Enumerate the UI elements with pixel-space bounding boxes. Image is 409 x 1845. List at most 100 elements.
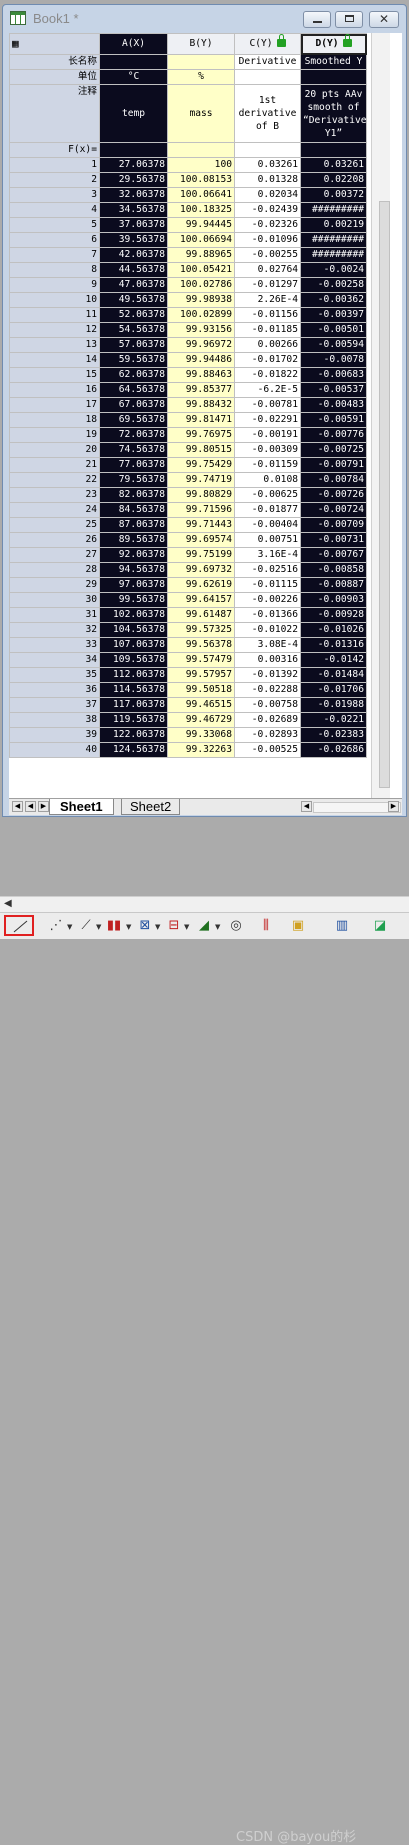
row-header[interactable]: 16: [9, 382, 100, 398]
table-cell[interactable]: -0.00537: [300, 382, 367, 398]
row-header[interactable]: 39: [9, 727, 100, 743]
table-cell[interactable]: 109.56378: [99, 652, 168, 668]
table-cell[interactable]: 99.94445: [167, 217, 235, 233]
table-cell[interactable]: 99.69574: [167, 532, 235, 548]
table-cell[interactable]: 0.00219: [300, 217, 367, 233]
table-cell[interactable]: #########: [300, 247, 367, 263]
table-cell[interactable]: 72.06378: [99, 427, 168, 443]
table-cell[interactable]: 0.0108: [234, 472, 301, 488]
table-cell[interactable]: 100: [167, 157, 235, 173]
table-cell[interactable]: 64.56378: [99, 382, 168, 398]
first-sheet-button[interactable]: ◀: [12, 801, 23, 812]
table-cell[interactable]: -0.00258: [300, 277, 367, 293]
fx-cell-d[interactable]: [300, 142, 367, 158]
fx-cell-b[interactable]: [167, 142, 235, 158]
row-header[interactable]: 36: [9, 682, 100, 698]
table-cell[interactable]: 0.01328: [234, 172, 301, 188]
table-cell[interactable]: -0.00784: [300, 472, 367, 488]
table-cell[interactable]: -0.01297: [234, 277, 301, 293]
chevron-down-icon[interactable]: ▼: [215, 923, 220, 931]
table-cell[interactable]: 99.71596: [167, 502, 235, 518]
units-cell-d[interactable]: [300, 69, 367, 85]
column-header-a[interactable]: A(X): [99, 33, 168, 55]
row-header[interactable]: 37: [9, 697, 100, 713]
table-cell[interactable]: 99.96972: [167, 337, 235, 353]
chevron-down-icon[interactable]: ▼: [126, 923, 131, 931]
table-cell[interactable]: 119.56378: [99, 712, 168, 728]
row-header[interactable]: 4: [9, 202, 100, 218]
scroll-left-button[interactable]: ◀: [301, 801, 312, 812]
table-cell[interactable]: 99.94486: [167, 352, 235, 368]
table-cell[interactable]: 99.57957: [167, 667, 235, 683]
table-cell[interactable]: 99.71443: [167, 517, 235, 533]
table-cell[interactable]: -0.00731: [300, 532, 367, 548]
table-cell[interactable]: 100.06641: [167, 187, 235, 203]
table-cell[interactable]: -0.00725: [300, 442, 367, 458]
row-header[interactable]: 8: [9, 262, 100, 278]
scroll-right-button[interactable]: ▶: [388, 801, 399, 812]
row-header[interactable]: 13: [9, 337, 100, 353]
row-header[interactable]: 6: [9, 232, 100, 248]
table-cell[interactable]: 99.61487: [167, 607, 235, 623]
table-cell[interactable]: 100.06694: [167, 232, 235, 248]
polar-button[interactable]: ◎: [224, 916, 248, 936]
table-cell[interactable]: 3.16E-4: [234, 547, 301, 563]
table-cell[interactable]: -0.01096: [234, 232, 301, 248]
table-cell[interactable]: -0.00767: [300, 547, 367, 563]
table-cell[interactable]: 69.56378: [99, 412, 168, 428]
row-header[interactable]: 7: [9, 247, 100, 263]
table-cell[interactable]: -0.00591: [300, 412, 367, 428]
table-cell[interactable]: 0.00751: [234, 532, 301, 548]
table-cell[interactable]: 99.56378: [99, 592, 168, 608]
column-button[interactable]: ▮▮: [102, 916, 126, 936]
row-header[interactable]: 23: [9, 487, 100, 503]
table-cell[interactable]: -0.01156: [234, 307, 301, 323]
table-cell[interactable]: 117.06378: [99, 697, 168, 713]
comments-cell-c[interactable]: 1st derivative of B: [234, 84, 301, 143]
table-cell[interactable]: 122.06378: [99, 727, 168, 743]
table-cell[interactable]: -0.02326: [234, 217, 301, 233]
minimize-button[interactable]: [303, 11, 331, 28]
table-cell[interactable]: -0.02893: [234, 727, 301, 743]
3d-button[interactable]: ▥: [330, 916, 354, 936]
workbook-window[interactable]: Book1 * ✕ ▦ A(X) B(Y) C(Y) D(Y) 长名称 Deri…: [2, 4, 407, 817]
table-cell[interactable]: 112.06378: [99, 667, 168, 683]
table-cell[interactable]: 94.56378: [99, 562, 168, 578]
table-cell[interactable]: -0.0024: [300, 262, 367, 278]
table-cell[interactable]: 99.75199: [167, 547, 235, 563]
row-header[interactable]: 20: [9, 442, 100, 458]
table-cell[interactable]: 100.18325: [167, 202, 235, 218]
line-symbol-button[interactable]: ⟋: [74, 916, 98, 936]
units-cell-b[interactable]: %: [167, 69, 235, 85]
histogram-button[interactable]: ⊠: [133, 916, 157, 936]
long-name-cell-d[interactable]: Smoothed Y: [300, 54, 367, 70]
table-cell[interactable]: 104.56378: [99, 622, 168, 638]
table-cell[interactable]: -0.00887: [300, 577, 367, 593]
table-cell[interactable]: 99.50518: [167, 682, 235, 698]
table-cell[interactable]: 0.00316: [234, 652, 301, 668]
table-cell[interactable]: 2.26E-4: [234, 292, 301, 308]
table-cell[interactable]: 99.57479: [167, 652, 235, 668]
boxplot-button[interactable]: ⊟: [162, 916, 186, 936]
table-cell[interactable]: -0.00709: [300, 517, 367, 533]
chevron-down-icon[interactable]: ▼: [67, 923, 72, 931]
table-cell[interactable]: 99.88965: [167, 247, 235, 263]
row-header[interactable]: 18: [9, 412, 100, 428]
table-cell[interactable]: 99.75429: [167, 457, 235, 473]
comments-cell-b[interactable]: mass: [167, 84, 235, 143]
table-cell[interactable]: 34.56378: [99, 202, 168, 218]
table-cell[interactable]: 99.69732: [167, 562, 235, 578]
table-cell[interactable]: 99.57325: [167, 622, 235, 638]
table-cell[interactable]: -0.00903: [300, 592, 367, 608]
mdi-horizontal-scrollbar[interactable]: ◀: [0, 896, 409, 913]
long-name-cell-c[interactable]: Derivative: [234, 54, 301, 70]
table-cell[interactable]: -0.01484: [300, 667, 367, 683]
table-cell[interactable]: -0.01022: [234, 622, 301, 638]
row-header[interactable]: 2: [9, 172, 100, 188]
table-cell[interactable]: 89.56378: [99, 532, 168, 548]
row-header[interactable]: 24: [9, 502, 100, 518]
prev-sheet-button[interactable]: ◀: [25, 801, 36, 812]
row-header[interactable]: 27: [9, 547, 100, 563]
area-button[interactable]: ◢: [192, 916, 216, 936]
table-cell[interactable]: 59.56378: [99, 352, 168, 368]
